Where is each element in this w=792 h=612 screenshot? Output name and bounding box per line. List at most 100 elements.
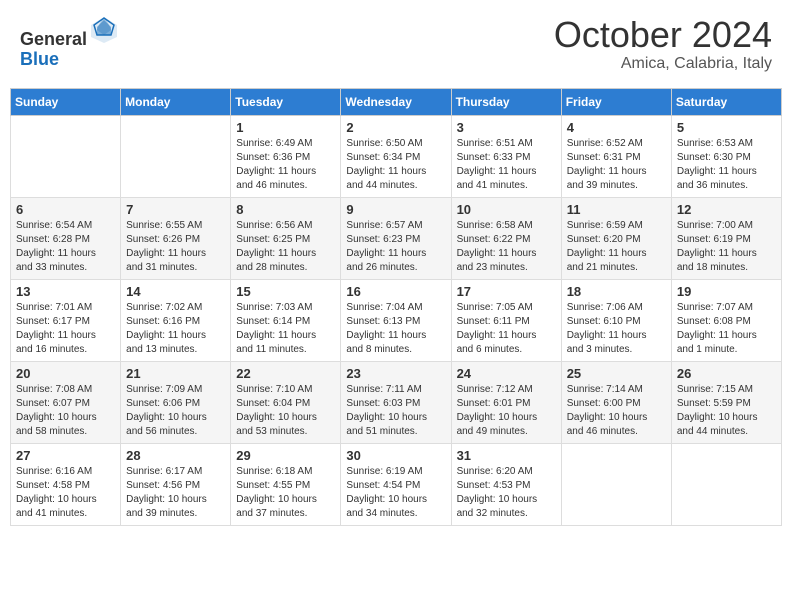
day-info: Sunrise: 7:08 AM Sunset: 6:07 PM Dayligh… — [16, 383, 115, 439]
day-info: Sunrise: 6:20 AM Sunset: 4:53 PM Dayligh… — [457, 465, 556, 521]
logo-blue-text: Blue — [20, 49, 59, 69]
calendar-cell: 5Sunrise: 6:53 AM Sunset: 6:30 PM Daylig… — [671, 115, 781, 197]
calendar-cell: 25 Sunrise: 7:14 AM Sunset: 6:00 PM Dayli… — [561, 361, 671, 443]
calendar-cell: 7 Sunrise: 6:55 AM Sunset: 6:26 PM Daylig… — [121, 197, 231, 279]
day-number: 2 — [346, 120, 445, 135]
day-info: Sunrise: 6:55 AM Sunset: 6:26 PM Dayligh… — [126, 219, 225, 275]
calendar-cell: 19Sunrise: 7:07 AM Sunset: 6:08 PM Dayli… — [671, 279, 781, 361]
calendar-cell — [671, 443, 781, 525]
calendar-cell — [11, 115, 121, 197]
day-info: Sunrise: 7:11 AM Sunset: 6:03 PM Dayligh… — [346, 383, 445, 439]
calendar-cell: 4Sunrise: 6:52 AM Sunset: 6:31 PM Daylig… — [561, 115, 671, 197]
day-number: 27 — [16, 448, 115, 463]
calendar-cell: 23 Sunrise: 7:11 AM Sunset: 6:03 PM Dayli… — [341, 361, 451, 443]
day-of-week-header: Tuesday — [231, 88, 341, 115]
day-number: 14 — [126, 284, 225, 299]
calendar-cell: 11 Sunrise: 6:59 AM Sunset: 6:20 PM Dayli… — [561, 197, 671, 279]
day-info: Sunrise: 7:00 AM Sunset: 6:19 PM Dayligh… — [677, 219, 776, 275]
day-number: 3 — [457, 120, 556, 135]
day-info: Sunrise: 7:05 AM Sunset: 6:11 PM Dayligh… — [457, 301, 556, 357]
calendar-cell: 10 Sunrise: 6:58 AM Sunset: 6:22 PM Dayli… — [451, 197, 561, 279]
day-of-week-header: Saturday — [671, 88, 781, 115]
day-of-week-header: Wednesday — [341, 88, 451, 115]
calendar-cell: 27 Sunrise: 6:16 AM Sunset: 4:58 PM Dayli… — [11, 443, 121, 525]
calendar-cell: 17 Sunrise: 7:05 AM Sunset: 6:11 PM Dayli… — [451, 279, 561, 361]
calendar-cell: 3 Sunrise: 6:51 AM Sunset: 6:33 PM Daylig… — [451, 115, 561, 197]
day-info: Sunrise: 7:12 AM Sunset: 6:01 PM Dayligh… — [457, 383, 556, 439]
day-number: 9 — [346, 202, 445, 217]
day-info: Sunrise: 6:53 AM Sunset: 6:30 PM Dayligh… — [677, 137, 776, 193]
day-number: 22 — [236, 366, 335, 381]
day-info: Sunrise: 7:09 AM Sunset: 6:06 PM Dayligh… — [126, 383, 225, 439]
calendar-cell: 6Sunrise: 6:54 AM Sunset: 6:28 PM Daylig… — [11, 197, 121, 279]
calendar-cell: 1 Sunrise: 6:49 AM Sunset: 6:36 PM Daylig… — [231, 115, 341, 197]
day-number: 18 — [567, 284, 666, 299]
day-of-week-header: Friday — [561, 88, 671, 115]
calendar-week-row: 13Sunrise: 7:01 AM Sunset: 6:17 PM Dayli… — [11, 279, 782, 361]
calendar-cell — [121, 115, 231, 197]
calendar-week-row: 27 Sunrise: 6:16 AM Sunset: 4:58 PM Dayli… — [11, 443, 782, 525]
day-info: Sunrise: 6:52 AM Sunset: 6:31 PM Dayligh… — [567, 137, 666, 193]
day-info: Sunrise: 6:19 AM Sunset: 4:54 PM Dayligh… — [346, 465, 445, 521]
day-info: Sunrise: 6:49 AM Sunset: 6:36 PM Dayligh… — [236, 137, 335, 193]
day-info: Sunrise: 7:06 AM Sunset: 6:10 PM Dayligh… — [567, 301, 666, 357]
day-info: Sunrise: 7:02 AM Sunset: 6:16 PM Dayligh… — [126, 301, 225, 357]
calendar-cell: 22 Sunrise: 7:10 AM Sunset: 6:04 PM Dayli… — [231, 361, 341, 443]
calendar-cell: 24Sunrise: 7:12 AM Sunset: 6:01 PM Dayli… — [451, 361, 561, 443]
calendar-cell: 28Sunrise: 6:17 AM Sunset: 4:56 PM Dayli… — [121, 443, 231, 525]
day-info: Sunrise: 7:07 AM Sunset: 6:08 PM Dayligh… — [677, 301, 776, 357]
day-info: Sunrise: 6:50 AM Sunset: 6:34 PM Dayligh… — [346, 137, 445, 193]
month-title: October 2024 — [554, 15, 772, 55]
logo: General Blue — [20, 15, 119, 70]
day-info: Sunrise: 7:10 AM Sunset: 6:04 PM Dayligh… — [236, 383, 335, 439]
day-number: 8 — [236, 202, 335, 217]
day-info: Sunrise: 6:18 AM Sunset: 4:55 PM Dayligh… — [236, 465, 335, 521]
day-of-week-header: Thursday — [451, 88, 561, 115]
day-number: 21 — [126, 366, 225, 381]
day-info: Sunrise: 6:56 AM Sunset: 6:25 PM Dayligh… — [236, 219, 335, 275]
day-number: 31 — [457, 448, 556, 463]
day-info: Sunrise: 6:58 AM Sunset: 6:22 PM Dayligh… — [457, 219, 556, 275]
calendar-cell: 13Sunrise: 7:01 AM Sunset: 6:17 PM Dayli… — [11, 279, 121, 361]
day-number: 11 — [567, 202, 666, 217]
day-number: 13 — [16, 284, 115, 299]
calendar-cell: 2 Sunrise: 6:50 AM Sunset: 6:34 PM Daylig… — [341, 115, 451, 197]
day-info: Sunrise: 7:14 AM Sunset: 6:00 PM Dayligh… — [567, 383, 666, 439]
day-number: 16 — [346, 284, 445, 299]
day-number: 12 — [677, 202, 776, 217]
day-number: 30 — [346, 448, 445, 463]
day-number: 26 — [677, 366, 776, 381]
day-number: 25 — [567, 366, 666, 381]
calendar-cell: 8 Sunrise: 6:56 AM Sunset: 6:25 PM Daylig… — [231, 197, 341, 279]
calendar-cell: 14 Sunrise: 7:02 AM Sunset: 6:16 PM Dayli… — [121, 279, 231, 361]
day-info: Sunrise: 7:03 AM Sunset: 6:14 PM Dayligh… — [236, 301, 335, 357]
logo-general-text: General — [20, 29, 87, 49]
day-number: 23 — [346, 366, 445, 381]
day-number: 1 — [236, 120, 335, 135]
calendar-cell: 9 Sunrise: 6:57 AM Sunset: 6:23 PM Daylig… — [341, 197, 451, 279]
header: General Blue October 2024 Amica, Calabri… — [10, 10, 782, 78]
location-title: Amica, Calabria, Italy — [554, 55, 772, 73]
calendar-week-row: 1 Sunrise: 6:49 AM Sunset: 6:36 PM Daylig… — [11, 115, 782, 197]
logo-icon — [89, 15, 119, 45]
day-info: Sunrise: 6:51 AM Sunset: 6:33 PM Dayligh… — [457, 137, 556, 193]
calendar-cell: 30 Sunrise: 6:19 AM Sunset: 4:54 PM Dayli… — [341, 443, 451, 525]
calendar-cell: 29Sunrise: 6:18 AM Sunset: 4:55 PM Dayli… — [231, 443, 341, 525]
calendar-cell: 15Sunrise: 7:03 AM Sunset: 6:14 PM Dayli… — [231, 279, 341, 361]
day-number: 7 — [126, 202, 225, 217]
day-number: 17 — [457, 284, 556, 299]
day-info: Sunrise: 6:59 AM Sunset: 6:20 PM Dayligh… — [567, 219, 666, 275]
calendar-cell: 20Sunrise: 7:08 AM Sunset: 6:07 PM Dayli… — [11, 361, 121, 443]
calendar-cell: 18 Sunrise: 7:06 AM Sunset: 6:10 PM Dayli… — [561, 279, 671, 361]
day-info: Sunrise: 6:16 AM Sunset: 4:58 PM Dayligh… — [16, 465, 115, 521]
calendar-cell: 31 Sunrise: 6:20 AM Sunset: 4:53 PM Dayli… — [451, 443, 561, 525]
calendar-week-row: 6Sunrise: 6:54 AM Sunset: 6:28 PM Daylig… — [11, 197, 782, 279]
calendar-cell — [561, 443, 671, 525]
calendar-header-row: SundayMondayTuesdayWednesdayThursdayFrid… — [11, 88, 782, 115]
day-number: 10 — [457, 202, 556, 217]
day-info: Sunrise: 6:54 AM Sunset: 6:28 PM Dayligh… — [16, 219, 115, 275]
day-of-week-header: Sunday — [11, 88, 121, 115]
calendar-cell: 21 Sunrise: 7:09 AM Sunset: 6:06 PM Dayli… — [121, 361, 231, 443]
calendar: SundayMondayTuesdayWednesdayThursdayFrid… — [10, 88, 782, 526]
day-info: Sunrise: 6:57 AM Sunset: 6:23 PM Dayligh… — [346, 219, 445, 275]
